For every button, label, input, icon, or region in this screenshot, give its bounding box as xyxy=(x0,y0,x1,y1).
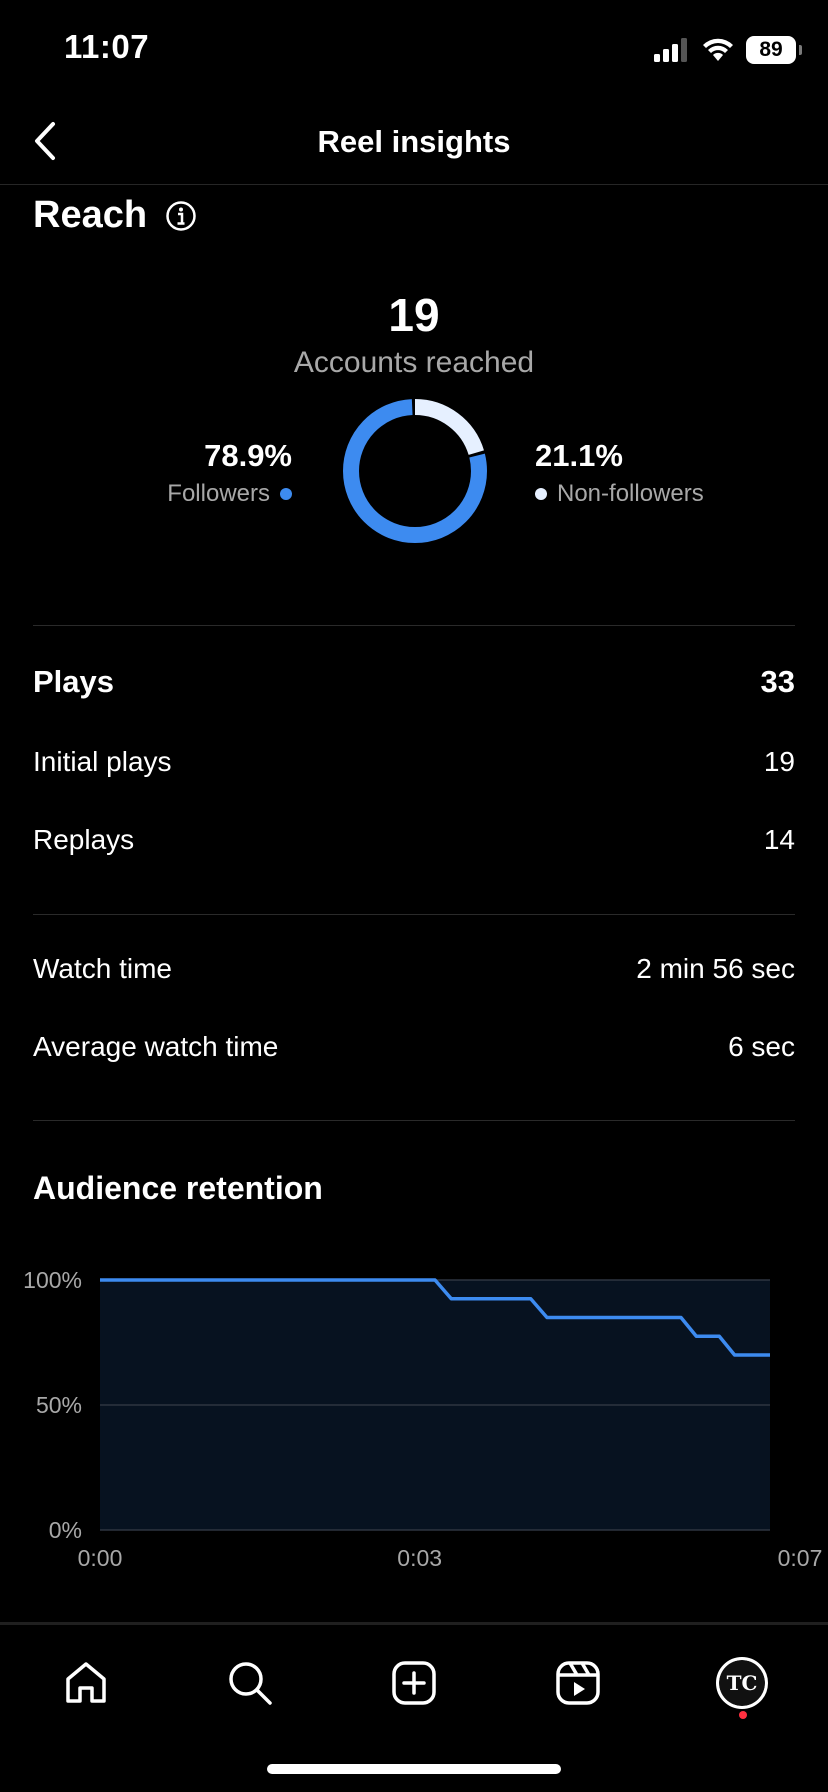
non-followers-stat: 21.1% Non-followers xyxy=(535,438,704,508)
signal-icon xyxy=(654,38,687,62)
initial-plays-value: 19 xyxy=(763,746,795,777)
create-icon xyxy=(392,1661,436,1705)
initial-plays-row: Initial plays 19 xyxy=(33,746,795,778)
non-followers-label: Non-followers xyxy=(557,480,704,507)
tab-home[interactable] xyxy=(56,1653,116,1713)
followers-legend-dot xyxy=(280,488,292,500)
reach-donut-chart xyxy=(340,396,490,546)
battery-indicator: 89 xyxy=(746,36,802,64)
plays-label: Plays xyxy=(33,664,115,699)
non-followers-legend-dot xyxy=(535,488,547,500)
audience-retention-title: Audience retention xyxy=(33,1170,323,1206)
followers-percent: 78.9% xyxy=(204,438,292,473)
y-tick-label: 100% xyxy=(23,1267,82,1293)
watch-time-label: Watch time xyxy=(33,953,172,984)
x-tick-label: 0:03 xyxy=(397,1545,442,1571)
followers-label: Followers xyxy=(167,480,270,507)
non-followers-percent: 21.1% xyxy=(535,438,623,473)
divider xyxy=(33,914,795,915)
initial-plays-label: Initial plays xyxy=(33,746,172,777)
page-title: Reel insights xyxy=(317,124,511,159)
avatar-initials: TC xyxy=(719,1660,765,1706)
status-bar: 11:07 89 xyxy=(0,0,828,100)
notification-dot xyxy=(739,1711,747,1719)
average-watch-time-value: 6 sec xyxy=(728,1031,795,1062)
wifi-icon xyxy=(703,38,733,61)
reach-title: Reach xyxy=(33,194,148,236)
avatar: TC xyxy=(716,1657,768,1709)
audience-retention-chart: 100% 50% 0% 0:00 0:03 0:07 xyxy=(0,1250,828,1580)
status-time: 11:07 xyxy=(64,28,150,65)
divider xyxy=(33,1120,795,1121)
tab-reels[interactable] xyxy=(548,1653,608,1713)
nav-header: Reel insights xyxy=(0,100,828,185)
replays-label: Replays xyxy=(33,824,135,855)
watch-time-value: 2 min 56 sec xyxy=(636,953,795,984)
status-icons: 89 xyxy=(654,34,802,66)
followers-stat: 78.9% Followers xyxy=(167,438,292,508)
replays-row: Replays 14 xyxy=(33,824,795,856)
average-watch-time-label: Average watch time xyxy=(33,1031,279,1062)
plays-row: Plays 33 xyxy=(33,664,795,700)
reach-heading: Reach xyxy=(33,194,197,237)
tab-profile[interactable]: TC xyxy=(712,1653,772,1713)
y-tick-label: 50% xyxy=(36,1392,82,1418)
tab-create[interactable] xyxy=(384,1653,444,1713)
reels-icon xyxy=(556,1661,600,1705)
home-indicator xyxy=(267,1764,561,1774)
replays-value: 14 xyxy=(763,824,795,855)
watch-time-row: Watch time 2 min 56 sec xyxy=(33,953,795,985)
x-tick-label: 0:07 xyxy=(778,1545,823,1571)
x-tick-label: 0:00 xyxy=(78,1545,123,1571)
divider xyxy=(33,625,795,626)
home-icon xyxy=(66,1662,106,1703)
accounts-reached-label: Accounts reached xyxy=(293,346,535,379)
y-tick-label: 0% xyxy=(49,1517,82,1543)
accounts-reached-count: 19 xyxy=(388,289,440,341)
average-watch-time-row: Average watch time 6 sec xyxy=(33,1031,795,1063)
plays-value: 33 xyxy=(760,664,795,699)
tab-search[interactable] xyxy=(220,1653,280,1713)
search-icon xyxy=(229,1662,272,1705)
info-icon[interactable] xyxy=(165,200,197,232)
